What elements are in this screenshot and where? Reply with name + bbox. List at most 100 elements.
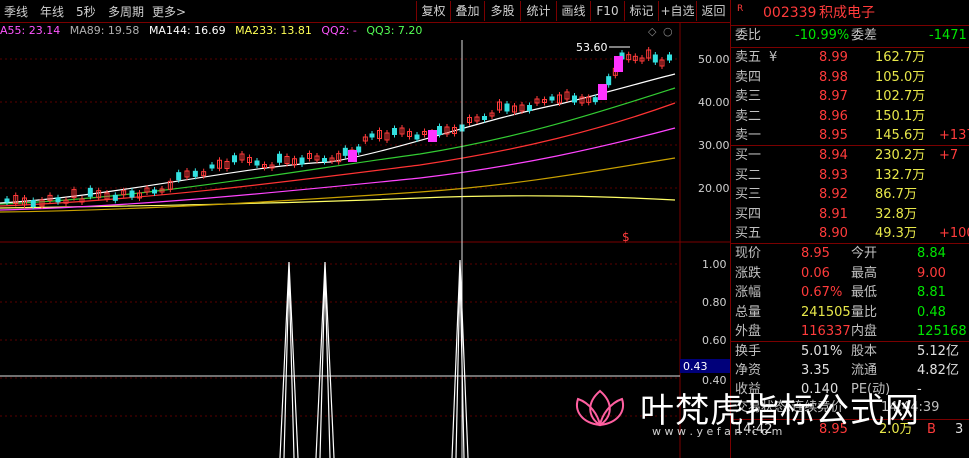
candles: [4, 47, 672, 210]
period-year[interactable]: 年线: [40, 3, 64, 20]
stat-label: 涨跌: [735, 265, 762, 281]
stat-label: 流通: [851, 363, 878, 378]
candle-body: [209, 164, 215, 169]
sell-level-row: 卖五 8.99 162.7万: [731, 48, 969, 68]
draw-line-button[interactable]: 画线: [556, 1, 590, 21]
level-volume: 86.7万: [875, 187, 917, 202]
level-label: 买三: [735, 187, 762, 202]
level-price: 8.91: [819, 206, 848, 222]
main-grid: [0, 58, 680, 417]
level-change: +100: [939, 226, 969, 241]
overlay-button[interactable]: 叠加: [450, 1, 484, 21]
period-quarter[interactable]: 季线: [4, 3, 28, 20]
candle-body: [254, 160, 260, 166]
period-5s[interactable]: 5秒: [76, 3, 96, 20]
level-price: 8.90: [819, 226, 848, 241]
sub-tick: 1.00: [702, 258, 727, 271]
stat-value: 0.48: [917, 304, 946, 320]
candle-body: [112, 194, 118, 201]
candle-body: [356, 146, 362, 153]
sell-level-row: 卖三 8.97 102.7万: [731, 87, 969, 107]
level-change: +7: [939, 148, 959, 163]
candle-body: [192, 170, 198, 177]
candle-body: [667, 54, 672, 61]
qq3-value: QQ3: 7.20: [366, 24, 423, 37]
price-axis: 50.00 40.00 30.00 20.00 1.00 0.80 0.60 0…: [698, 53, 730, 387]
candle-body-highlight: [614, 56, 623, 72]
price-tick: 40.00: [698, 96, 730, 109]
level-volume: 102.7万: [875, 89, 926, 104]
stat-label: 量比: [851, 304, 878, 320]
ma-line: [0, 73, 676, 204]
f10-button[interactable]: F10: [590, 1, 624, 21]
candle-body: [549, 96, 555, 101]
candle-body: [437, 126, 442, 135]
stock-header: R 002339 积成电子: [731, 3, 969, 23]
candle-body: [592, 97, 598, 103]
stat-value: 125168: [917, 324, 967, 339]
candle-body: [129, 190, 135, 198]
stat-label: 现价: [735, 246, 762, 261]
mark-button[interactable]: 标记: [624, 1, 658, 21]
fuquan-button[interactable]: 复权: [416, 1, 450, 21]
chart-toolbar: 季线 年线 5秒 多周期 更多> 复权 叠加 多股 统计 画线 F10 标记 +…: [0, 0, 730, 23]
sell-level-row: 卖二 8.96 150.1万: [731, 107, 969, 127]
level-price: 8.98: [819, 69, 848, 85]
candle-body: [30, 200, 36, 207]
back-button[interactable]: 返回: [696, 1, 730, 21]
candle-body-highlight: [598, 84, 607, 100]
level-label: 卖二: [735, 108, 762, 124]
level-label: 卖四: [735, 69, 762, 85]
stat-label: 今开: [851, 246, 878, 261]
multi-period[interactable]: 多周期: [108, 3, 144, 20]
candle-body: [299, 157, 305, 165]
cursor-value: 0.43: [683, 360, 708, 373]
level-volume: 49.3万: [875, 226, 917, 241]
stat-value: 4.82亿: [917, 363, 959, 378]
peak-label: 53.60: [576, 41, 608, 54]
ma89-value: MA89: 19.58: [69, 24, 140, 37]
candle-body-highlight: [428, 130, 437, 142]
more-menu[interactable]: 更多>: [152, 3, 186, 20]
candle-body: [572, 95, 577, 103]
candle-body: [176, 172, 182, 181]
candle-body: [87, 187, 93, 197]
candle-body: [504, 103, 510, 112]
weibi-row: 委比 -10.99% 委差 -1471: [731, 26, 969, 46]
stat-value: 9.00: [917, 265, 946, 281]
candle-body: [55, 197, 61, 203]
stat-value: 241505: [801, 304, 851, 320]
level-label: 卖一: [735, 128, 762, 143]
stat-value: 5.01%: [801, 344, 843, 359]
add-watchlist-button[interactable]: +自选: [658, 1, 696, 21]
signal-spike: [455, 269, 465, 458]
level-price: 8.93: [819, 167, 848, 183]
stat-row: 换手 5.01% 股本 5.12亿: [731, 342, 969, 362]
level-volume: 32.8万: [875, 206, 917, 222]
level-label: 买一: [735, 148, 762, 163]
ma55-value: A55: 23.14: [0, 24, 61, 37]
stat-label: 总量: [735, 304, 762, 320]
sell-mark: ¥: [769, 50, 778, 65]
stats-button[interactable]: 统计: [520, 1, 556, 21]
stat-value: 8.81: [917, 285, 946, 300]
level-price: 8.94: [819, 148, 848, 163]
stat-value: 8.95: [801, 246, 830, 261]
level-label: 买五: [735, 226, 762, 241]
buy-level-row: 买三 8.92 86.7万: [731, 185, 969, 205]
candle-body-highlight: [348, 150, 357, 162]
candle-body: [342, 147, 348, 156]
stat-label: 外盘: [735, 324, 762, 339]
buy-level-row: 买四 8.91 32.8万: [731, 205, 969, 225]
candle-body: [652, 54, 658, 63]
stat-label: 内盘: [851, 324, 878, 339]
stat-value: 5.12亿: [917, 344, 959, 359]
candle-body: [414, 134, 420, 140]
stock-code: 002339: [763, 5, 817, 21]
stat-label: 涨幅: [735, 285, 762, 300]
signal-spikes: [279, 259, 469, 458]
stat-label: 股本: [851, 344, 878, 359]
level-price: 8.97: [819, 89, 848, 104]
stat-value: 8.84: [917, 246, 946, 261]
multi-stock-button[interactable]: 多股: [484, 1, 520, 21]
